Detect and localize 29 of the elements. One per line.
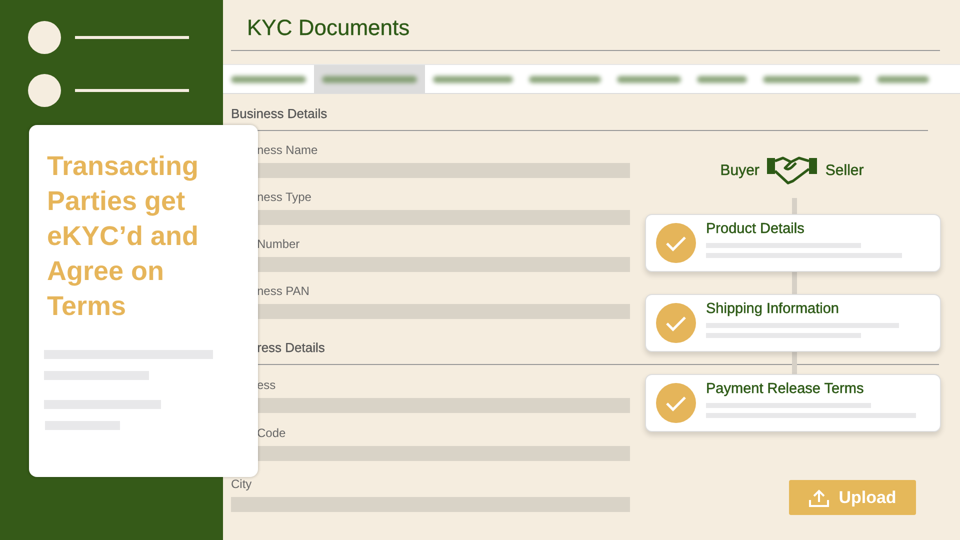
party-label: Buyer [720,162,760,178]
step-title: Shipping Information [706,300,840,316]
field-label: ess [257,378,276,392]
step-title: Product Details [706,220,806,236]
handshake-icon [767,154,818,186]
input-field[interactable] [231,497,630,512]
field-label: City [231,477,252,491]
field-label: Code [257,426,286,440]
tab[interactable] [314,65,425,93]
input-field[interactable] [258,304,630,319]
menu-item-placeholder-icon[interactable] [28,21,190,54]
input-field[interactable] [258,446,630,461]
page-title: KYC Documents [247,15,410,41]
field-label: ness PAN [257,284,310,298]
field-label: ness Name [257,143,318,157]
step-title: Payment Release Terms [706,380,865,396]
field-label: ness Type [257,190,312,204]
input-field[interactable] [258,398,630,413]
input-field[interactable] [258,163,630,178]
section-heading: Business Details [231,106,328,121]
input-field[interactable] [258,257,630,272]
menu-item-placeholder-icon[interactable] [28,74,190,107]
section-heading: ress Details [257,340,325,355]
upload-icon [808,488,829,506]
field-label: Number [257,237,300,251]
input-field[interactable] [258,210,630,225]
upload-button[interactable]: Upload [789,480,916,515]
party-label: Seller [825,162,864,178]
card-title: Transacting Parties get eKYC’d and Agree on Terms [47,150,200,323]
